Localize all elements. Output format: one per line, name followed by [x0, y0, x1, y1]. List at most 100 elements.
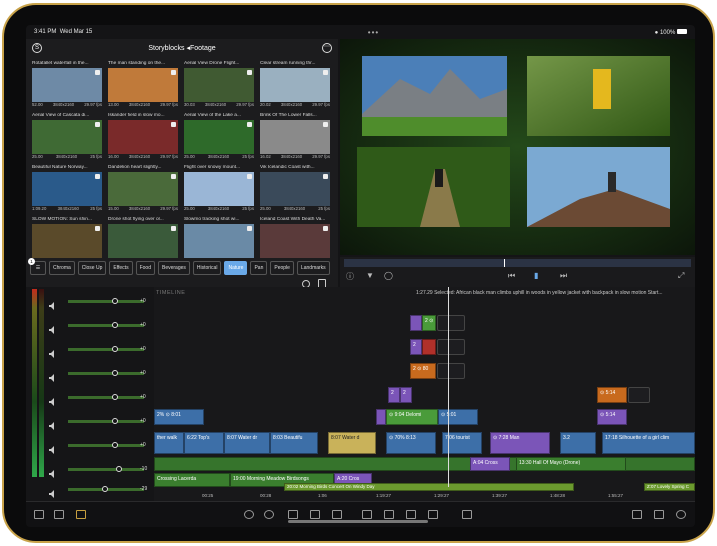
clip-r2-red[interactable] [422, 339, 436, 355]
add-clip-icon[interactable] [171, 174, 176, 179]
filter-chip-effects[interactable]: Effects [109, 261, 133, 275]
filter-chip-historical[interactable]: Historical [192, 261, 222, 275]
filter-chip-pan[interactable]: Pan [250, 261, 268, 275]
clip-r1[interactable]: 2 ⊙ 1 5 [422, 315, 436, 331]
volume-fader[interactable] [68, 393, 144, 400]
volume-fader[interactable] [68, 369, 144, 376]
fader-knob[interactable] [112, 441, 118, 448]
add-clip-icon[interactable] [95, 226, 100, 231]
play-icon[interactable]: ▮ [534, 271, 538, 280]
clip-thumbnail[interactable]: Aerial View of Cascata di... 25.00 3840x21… [32, 113, 102, 161]
skip-back-icon[interactable]: ⏮ [508, 271, 515, 281]
add-clip-icon[interactable] [247, 70, 252, 75]
speaker-icon[interactable] [48, 345, 58, 358]
clip-a1[interactable]: A:04 Cross [470, 457, 510, 471]
clip-thumbnail[interactable]: Clear stream running thr... 20.02 3840x216… [260, 61, 330, 109]
clip-thumbnail[interactable]: Brink Of The Lower Falls... 16.02 3840x216… [260, 113, 330, 161]
clip-m1[interactable]: ther walk [154, 432, 184, 454]
split-icon[interactable] [288, 510, 298, 519]
select-icon[interactable] [384, 510, 394, 519]
clip-r3[interactable]: 2 ⊙ 80 [410, 363, 436, 379]
add-clip-icon[interactable] [95, 122, 100, 127]
fader-knob[interactable] [112, 417, 118, 424]
clip-thumbnail[interactable]: The man standing on the... 13.00 3840x2160… [108, 61, 178, 109]
fader-knob[interactable] [112, 345, 118, 352]
add-clip-icon[interactable] [247, 122, 252, 127]
info-icon[interactable]: ⓘ [346, 271, 354, 282]
filter-chip-close-up[interactable]: Close Up [77, 261, 107, 275]
clip-thumbnail[interactable]: SLOW MOTION: Sun shin... [32, 217, 102, 265]
speaker-icon[interactable] [48, 321, 58, 334]
fader-knob[interactable] [112, 297, 118, 304]
more-icon[interactable]: ⋯ [322, 43, 332, 53]
filter-chip-landmarks[interactable]: Landmarks [296, 261, 330, 275]
voiceover-icon[interactable]: ◯ [384, 271, 393, 280]
snap-icon[interactable] [462, 510, 472, 519]
filter-chip-chroma[interactable]: Chroma [49, 261, 75, 275]
clip-514b[interactable]: ⊙ 5:14 [597, 409, 627, 425]
clip-thumbnail[interactable]: Dandelion heart slightly... 15.00 3840x216… [108, 165, 178, 213]
fader-knob[interactable] [116, 465, 122, 472]
volume-fader[interactable] [68, 297, 144, 304]
share-icon[interactable] [654, 510, 664, 519]
add-clip-icon[interactable] [95, 174, 100, 179]
clip-r4a[interactable]: 2 [388, 387, 400, 403]
fader-knob[interactable] [112, 393, 118, 400]
speaker-icon[interactable] [48, 465, 58, 478]
filter-chip-nature[interactable]: Nature [224, 261, 248, 275]
clip-a2[interactable]: 13:30 Hall Of Mayo (Drone) [516, 457, 626, 471]
timeline-area[interactable]: TIMELINE 1:27.29 Selected: African black… [154, 287, 695, 501]
filter-chip-people[interactable]: People [270, 261, 294, 275]
clip-514[interactable]: ⊙ 5:14 [597, 387, 627, 403]
filter-chip-food[interactable]: Food [135, 261, 155, 275]
clip-m5[interactable]: 8:07 Water d [328, 432, 376, 454]
preview-viewer[interactable] [340, 39, 695, 255]
mini-timeline[interactable] [344, 259, 691, 267]
add-clip-icon[interactable] [95, 70, 100, 75]
volume-fader[interactable] [68, 485, 144, 492]
storyblocks-logo[interactable]: S [32, 43, 42, 53]
add-clip-icon[interactable] [323, 226, 328, 231]
add-clip-icon[interactable] [171, 226, 176, 231]
clip-thumbnail[interactable]: Drone shot flying over ol... [108, 217, 178, 265]
add-clip-icon[interactable] [323, 122, 328, 127]
add-clip-icon[interactable] [247, 226, 252, 231]
clip-m6[interactable]: ⊙ 70% 8:13 [386, 432, 436, 454]
clip-m10[interactable]: 17:18 Silhouette of a girl clim [602, 432, 695, 454]
detach-icon[interactable] [362, 510, 372, 519]
fader-knob[interactable] [112, 369, 118, 376]
clip-v2[interactable]: ⊙ 9:04 Delomi [386, 409, 438, 425]
clip-m8[interactable]: ⊙ 7:28 Man [490, 432, 550, 454]
add-clip-icon[interactable] [171, 70, 176, 75]
clip-thumbnail[interactable]: Vik Icelandic Coast with... 25.00 3840x216… [260, 165, 330, 213]
clip-a6[interactable]: 20:02 Morning Birds Concert On Windy Day [284, 483, 574, 491]
clip-m3[interactable]: 8:07 Water dr [224, 432, 270, 454]
clip-thumbnail[interactable]: Slowmo tracking shot wi... [184, 217, 254, 265]
add-clip-icon[interactable] [323, 70, 328, 75]
clip-m9[interactable]: 3.2 [560, 432, 596, 454]
settings-icon[interactable] [676, 510, 686, 519]
skip-forward-icon[interactable]: ⏭ [560, 271, 567, 281]
playhead[interactable] [448, 287, 449, 487]
volume-fader[interactable] [68, 441, 144, 448]
mute-icon[interactable] [406, 510, 416, 519]
clip-thumbnail[interactable]: Flight over snowy mount... 25.00 3840x2160… [184, 165, 254, 213]
speaker-icon[interactable] [48, 297, 58, 310]
delete-icon[interactable] [332, 510, 342, 519]
filter-chip-beverages[interactable]: Beverages [157, 261, 190, 275]
add-clip-icon[interactable] [247, 174, 252, 179]
timeline-view-icon[interactable] [76, 510, 86, 519]
clip-thumbnail[interactable]: Aerial View Drone Flight... 30.03 3840x216… [184, 61, 254, 109]
clip-r1-purple[interactable] [410, 315, 422, 331]
fullscreen-icon[interactable]: ⤢ [678, 271, 684, 281]
clip-r2[interactable]: 2 [410, 339, 422, 355]
clip-v1[interactable]: 2% ⊙ 8:01 [154, 409, 204, 425]
zoom-icon[interactable] [632, 510, 642, 519]
fader-knob[interactable] [112, 321, 118, 328]
clip-thumbnail[interactable]: Beautiful Nature Norway... 1:09.20 3840x21… [32, 165, 102, 213]
home-indicator[interactable] [288, 520, 428, 523]
inspector-icon[interactable] [54, 510, 64, 519]
redo-icon[interactable] [264, 510, 274, 519]
filter-icon[interactable]: ☰ 1 [28, 258, 46, 275]
volume-icon[interactable] [428, 510, 438, 519]
